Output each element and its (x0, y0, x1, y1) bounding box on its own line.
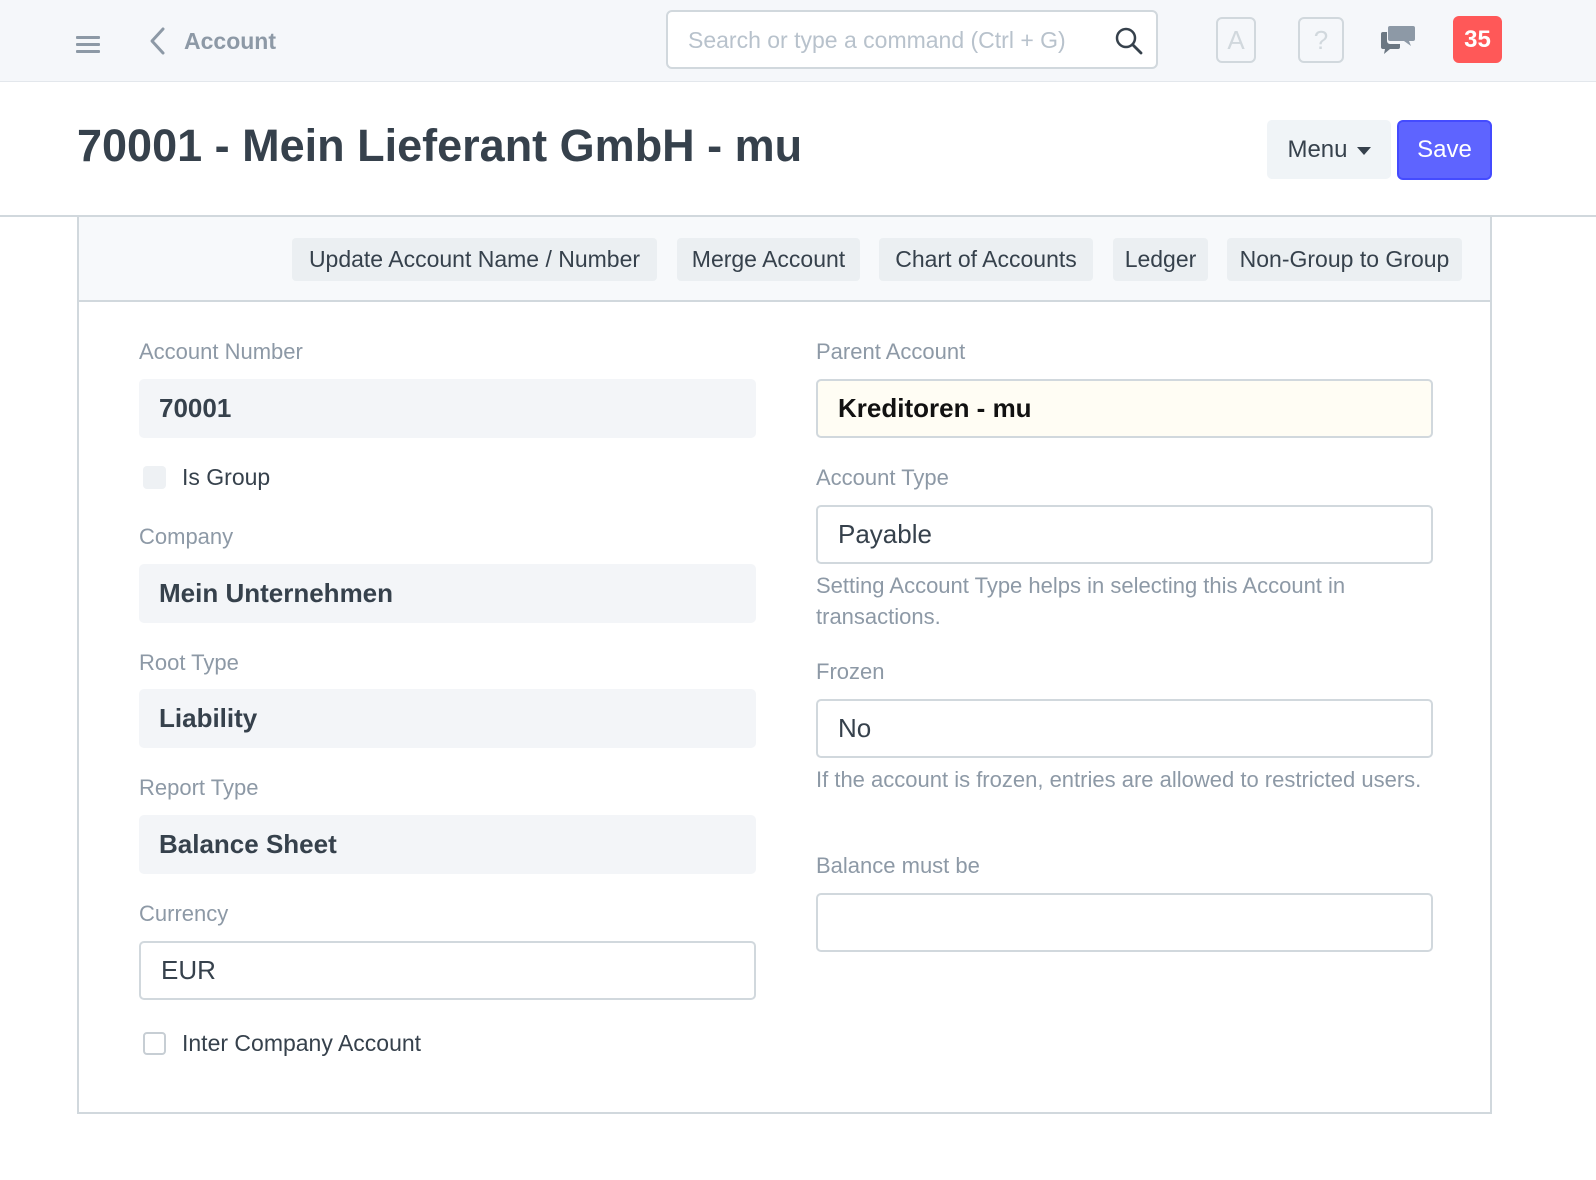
navbar: Account A ? 35 (0, 0, 1596, 82)
balance-must-be-label: Balance must be (816, 853, 980, 878)
user-avatar[interactable]: A (1216, 17, 1256, 63)
is-group-checkbox (143, 466, 166, 489)
chevron-left-icon (150, 27, 165, 55)
company-label: Company (139, 524, 234, 549)
menu-button-label: Menu (1287, 135, 1348, 163)
frozen-select[interactable]: No (816, 699, 1433, 758)
notification-badge[interactable]: 35 (1453, 16, 1502, 63)
currency-input[interactable] (161, 955, 754, 986)
is-group-row: Is Group (143, 464, 270, 491)
non-group-to-group-button[interactable]: Non-Group to Group (1227, 238, 1462, 281)
report-type-label: Report Type (139, 775, 259, 800)
balance-must-be-select[interactable] (816, 893, 1433, 952)
inter-company-row: Inter Company Account (143, 1030, 421, 1057)
currency-label: Currency (139, 901, 229, 926)
inter-company-label: Inter Company Account (182, 1030, 422, 1056)
chat-icon[interactable] (1380, 24, 1416, 56)
form-toolbar: Update Account Name / Number Merge Accou… (79, 217, 1490, 302)
parent-account-field[interactable]: Kreditoren - mu (816, 379, 1433, 438)
help-icon[interactable]: ? (1298, 17, 1344, 63)
breadcrumb-account: Account (184, 27, 276, 54)
help-glyph: ? (1313, 24, 1329, 55)
page-title: 70001 - Mein Lieferant GmbH - mu (77, 120, 803, 171)
currency-field[interactable] (139, 941, 756, 1000)
is-group-label: Is Group (182, 464, 271, 490)
avatar-letter: A (1227, 24, 1245, 55)
search-input[interactable] (688, 22, 1098, 58)
company-field: Mein Unternehmen (139, 564, 756, 623)
form-card: Update Account Name / Number Merge Accou… (77, 217, 1492, 1114)
root-type-field: Liability (139, 689, 756, 748)
account-number-field: 70001 (139, 379, 756, 438)
save-button[interactable]: Save (1397, 120, 1492, 180)
hamburger-icon[interactable] (76, 34, 100, 54)
page-head: 70001 - Mein Lieferant GmbH - mu Menu Sa… (0, 82, 1596, 217)
search-box (666, 10, 1158, 69)
inter-company-checkbox[interactable] (143, 1032, 166, 1055)
account-number-label: Account Number (139, 339, 303, 364)
frozen-help: If the account is frozen, entries are al… (816, 767, 1422, 792)
update-account-name-button[interactable]: Update Account Name / Number (292, 238, 657, 281)
caret-down-icon (1356, 147, 1371, 155)
merge-account-button[interactable]: Merge Account (677, 238, 860, 281)
chart-of-accounts-button[interactable]: Chart of Accounts (879, 238, 1093, 281)
account-type-select[interactable]: Payable (816, 505, 1433, 564)
root-type-label: Root Type (139, 650, 239, 675)
account-type-help: Setting Account Type helps in selecting … (816, 573, 1346, 629)
frozen-label: Frozen (816, 659, 885, 684)
ledger-button[interactable]: Ledger (1113, 238, 1208, 281)
report-type-field: Balance Sheet (139, 815, 756, 874)
parent-account-label: Parent Account (816, 339, 966, 364)
back-link[interactable]: Account (148, 22, 276, 60)
account-type-label: Account Type (816, 465, 949, 490)
menu-button[interactable]: Menu (1267, 120, 1391, 179)
search-icon[interactable] (1114, 26, 1144, 56)
